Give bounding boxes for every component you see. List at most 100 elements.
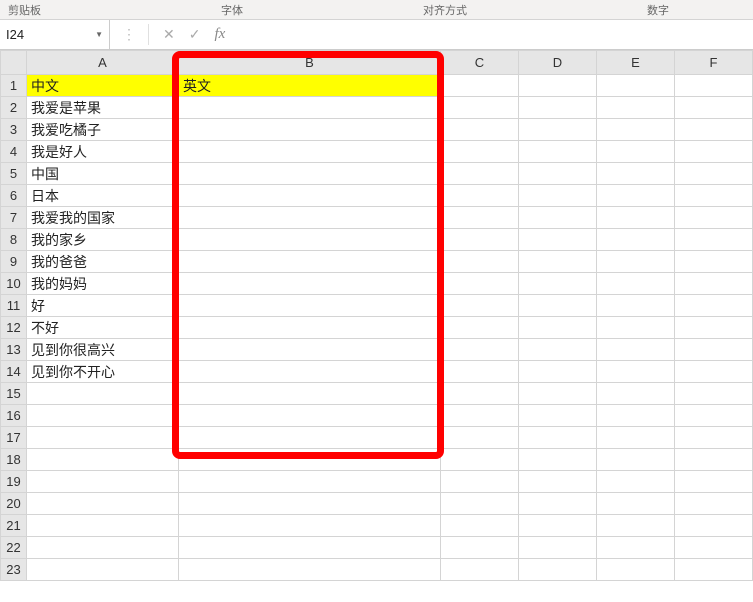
cell[interactable] [675, 493, 753, 515]
cell[interactable] [519, 295, 597, 317]
cell[interactable] [179, 185, 441, 207]
cell[interactable] [675, 339, 753, 361]
cell[interactable] [179, 251, 441, 273]
row-header[interactable]: 2 [1, 97, 27, 119]
cell[interactable] [519, 97, 597, 119]
select-all-corner[interactable] [1, 51, 27, 75]
cell[interactable] [519, 537, 597, 559]
cell[interactable] [441, 493, 519, 515]
cell[interactable] [27, 515, 179, 537]
dots-icon[interactable]: ⋮ [122, 26, 134, 43]
cell[interactable] [675, 119, 753, 141]
confirm-icon[interactable]: ✓ [189, 26, 201, 43]
cell[interactable] [27, 493, 179, 515]
row-header[interactable]: 13 [1, 339, 27, 361]
cell[interactable] [675, 295, 753, 317]
cell[interactable] [519, 405, 597, 427]
cell[interactable]: 我是好人 [27, 141, 179, 163]
cell[interactable] [27, 471, 179, 493]
cell[interactable] [441, 119, 519, 141]
cell[interactable]: 我的家乡 [27, 229, 179, 251]
cell[interactable] [519, 119, 597, 141]
cell[interactable] [597, 493, 675, 515]
col-header-A[interactable]: A [27, 51, 179, 75]
cell[interactable] [519, 75, 597, 97]
cell[interactable]: 中国 [27, 163, 179, 185]
row-header[interactable]: 3 [1, 119, 27, 141]
cell[interactable]: 我的妈妈 [27, 273, 179, 295]
cell[interactable] [27, 383, 179, 405]
cell[interactable] [597, 97, 675, 119]
cell[interactable] [441, 339, 519, 361]
cell[interactable] [179, 537, 441, 559]
cell[interactable] [179, 471, 441, 493]
cell[interactable] [597, 471, 675, 493]
cell[interactable] [675, 141, 753, 163]
cell[interactable] [441, 251, 519, 273]
cell[interactable] [441, 361, 519, 383]
cell[interactable] [597, 207, 675, 229]
row-header[interactable]: 7 [1, 207, 27, 229]
cell[interactable] [597, 339, 675, 361]
cell[interactable] [597, 119, 675, 141]
cell[interactable] [597, 559, 675, 581]
cell[interactable] [675, 383, 753, 405]
cell[interactable] [675, 515, 753, 537]
cell[interactable] [519, 383, 597, 405]
cell[interactable] [519, 273, 597, 295]
cell[interactable] [675, 185, 753, 207]
cell[interactable] [27, 427, 179, 449]
cell[interactable] [519, 207, 597, 229]
cell[interactable] [519, 493, 597, 515]
cell[interactable] [179, 559, 441, 581]
row-header[interactable]: 8 [1, 229, 27, 251]
cell[interactable] [675, 537, 753, 559]
cell[interactable] [597, 163, 675, 185]
col-header-E[interactable]: E [597, 51, 675, 75]
cell[interactable] [441, 449, 519, 471]
spreadsheet-grid[interactable]: A B C D E F 1 中文 英文 2我爱是苹果 3我爱吃橘子 4我是好人 … [0, 50, 753, 581]
cell[interactable] [27, 537, 179, 559]
cell[interactable] [179, 317, 441, 339]
cell[interactable] [179, 383, 441, 405]
row-header[interactable]: 22 [1, 537, 27, 559]
row-header[interactable]: 14 [1, 361, 27, 383]
row-header[interactable]: 17 [1, 427, 27, 449]
row-header[interactable]: 12 [1, 317, 27, 339]
cell[interactable] [675, 163, 753, 185]
cell[interactable] [441, 405, 519, 427]
cell[interactable] [179, 141, 441, 163]
cell[interactable] [441, 97, 519, 119]
name-box-dropdown-icon[interactable]: ▼ [95, 30, 103, 39]
cell[interactable] [675, 405, 753, 427]
cell[interactable] [675, 97, 753, 119]
cell[interactable] [179, 405, 441, 427]
cell[interactable] [441, 295, 519, 317]
cell[interactable] [519, 317, 597, 339]
cell[interactable] [441, 141, 519, 163]
cell[interactable] [441, 537, 519, 559]
cell[interactable] [519, 515, 597, 537]
cell[interactable]: 我爱是苹果 [27, 97, 179, 119]
cell[interactable] [675, 207, 753, 229]
cell[interactable] [179, 427, 441, 449]
cell[interactable] [675, 251, 753, 273]
row-header[interactable]: 6 [1, 185, 27, 207]
name-box[interactable]: I24 ▼ [0, 20, 110, 49]
row-header[interactable]: 10 [1, 273, 27, 295]
cell[interactable] [441, 75, 519, 97]
cell[interactable] [519, 229, 597, 251]
cell[interactable] [597, 317, 675, 339]
cell[interactable] [519, 427, 597, 449]
cell[interactable]: 我爱吃橘子 [27, 119, 179, 141]
cell[interactable] [597, 361, 675, 383]
cell[interactable] [441, 471, 519, 493]
col-header-D[interactable]: D [519, 51, 597, 75]
row-header[interactable]: 1 [1, 75, 27, 97]
cell[interactable] [675, 229, 753, 251]
cell[interactable] [441, 559, 519, 581]
cell[interactable] [675, 449, 753, 471]
cell[interactable] [179, 361, 441, 383]
cell[interactable]: 不好 [27, 317, 179, 339]
cell[interactable]: 见到你很高兴 [27, 339, 179, 361]
